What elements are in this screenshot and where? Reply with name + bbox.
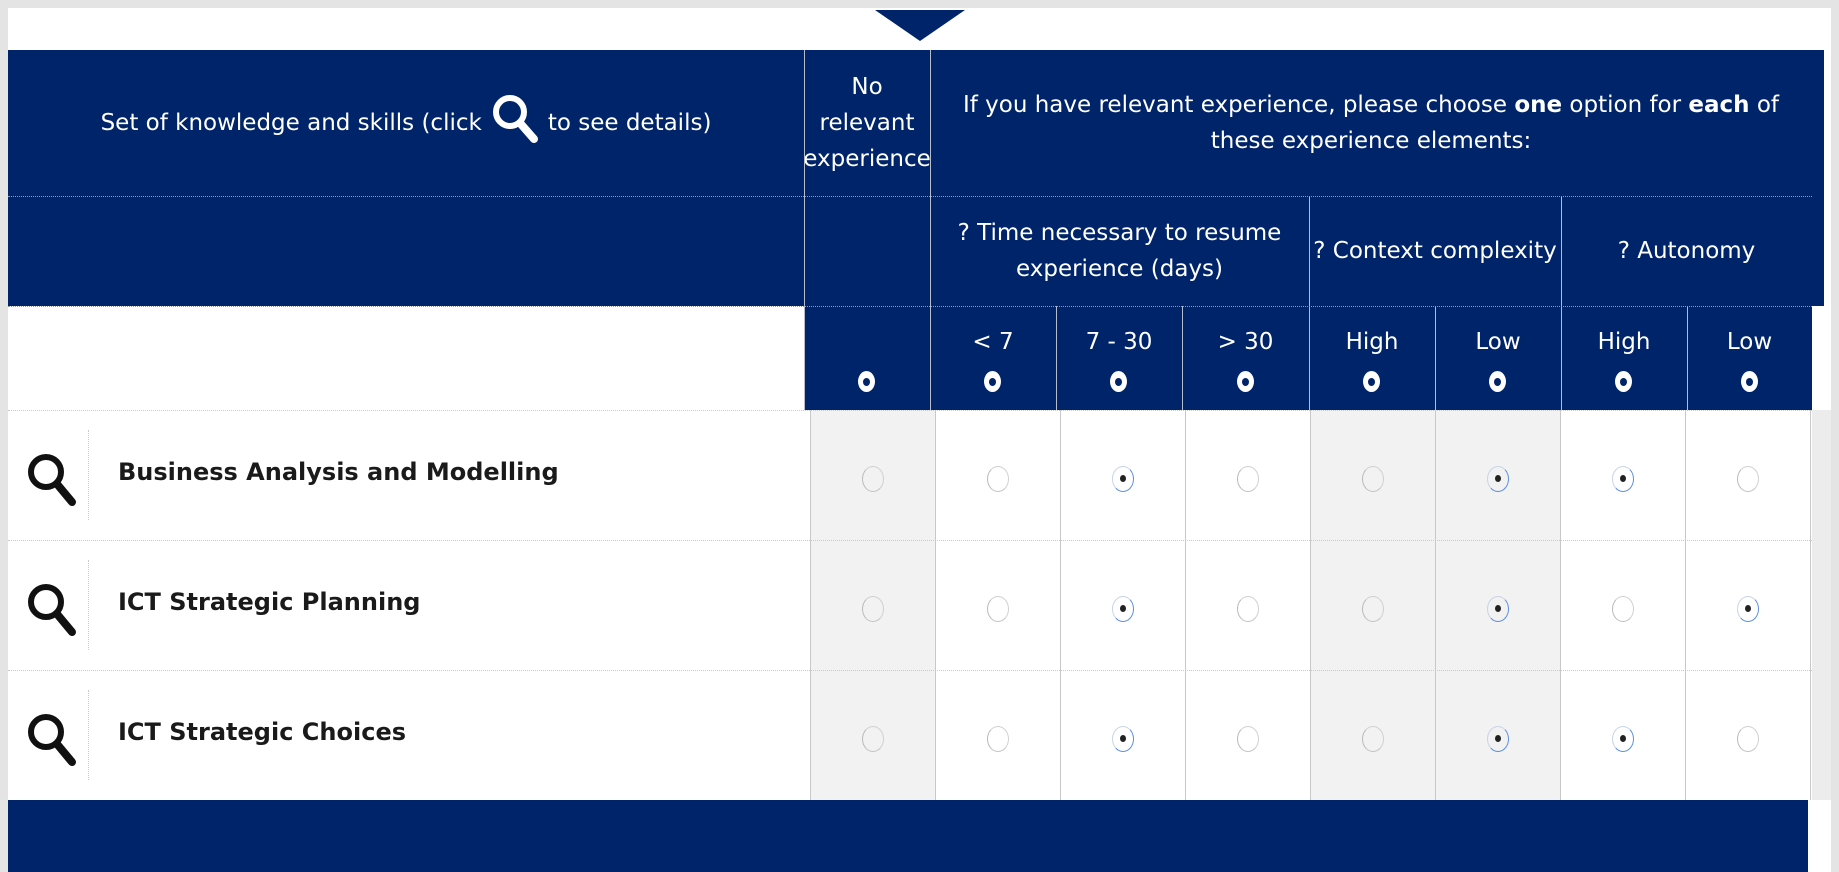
radio-time-7-30[interactable] [1112, 726, 1134, 752]
radio-time-gt30[interactable] [1237, 596, 1259, 622]
magnifier-icon[interactable] [24, 580, 78, 642]
select-all-autonomy-low[interactable] [1741, 371, 1758, 392]
option-label: 7 - 30 [1085, 329, 1153, 355]
radio-no-relevant[interactable] [862, 726, 884, 752]
column-divider [1810, 410, 1811, 800]
header-divider [1182, 306, 1183, 410]
header-separator [8, 306, 1812, 307]
option-label: Low [1726, 329, 1773, 355]
radio-autonomy-high[interactable] [1612, 726, 1634, 752]
column-divider [1310, 410, 1311, 800]
header-divider [1435, 306, 1436, 410]
radio-time-7-30[interactable] [1112, 466, 1134, 492]
row-separator [8, 670, 1812, 671]
radio-time-lt7[interactable] [987, 466, 1009, 492]
set-label-pre: Set of knowledge and skills (click [100, 110, 482, 136]
header-divider [1309, 196, 1310, 410]
no-relevant-header: No relevant experience [803, 74, 931, 172]
collapse-arrow[interactable] [875, 10, 965, 41]
row-separator [8, 410, 1812, 411]
column-divider [1185, 410, 1186, 800]
table-footer [8, 800, 1808, 872]
magnifier-icon[interactable] [24, 450, 78, 512]
option-label: < 7 [972, 329, 1014, 355]
magnifier-icon [490, 91, 540, 156]
select-all-lt7[interactable] [984, 371, 1001, 392]
header-blank-cell [8, 306, 804, 410]
group-time[interactable]: ? Time necessary to resume experience (d… [930, 196, 1309, 306]
header-divider [804, 50, 805, 410]
option-label: High [1345, 329, 1399, 355]
radio-no-relevant[interactable] [862, 596, 884, 622]
column-divider [810, 410, 811, 800]
instruction-header: If you have relevant experience, please … [930, 50, 1812, 196]
column-divider [1685, 410, 1686, 800]
set-column-header: Set of knowledge and skills (click to se… [8, 50, 804, 196]
skill-name: Business Analysis and Modelling [118, 458, 559, 486]
header-divider [1561, 196, 1562, 410]
radio-no-relevant[interactable] [862, 466, 884, 492]
select-all-complexity-low[interactable] [1489, 371, 1506, 392]
radio-autonomy-low[interactable] [1737, 596, 1759, 622]
radio-complexity-high[interactable] [1362, 596, 1384, 622]
select-all-complexity-high[interactable] [1363, 371, 1380, 392]
right-scroll-strip [1812, 410, 1831, 800]
icon-separator [88, 560, 89, 650]
magnifier-icon[interactable] [24, 710, 78, 772]
radio-autonomy-high[interactable] [1612, 466, 1634, 492]
skill-name: ICT Strategic Planning [118, 588, 421, 616]
row-separator [8, 540, 1812, 541]
set-label-post: to see details) [547, 110, 712, 136]
radio-complexity-low[interactable] [1487, 726, 1509, 752]
radio-time-gt30[interactable] [1237, 726, 1259, 752]
option-label: High [1597, 329, 1651, 355]
option-label: Low [1475, 329, 1521, 355]
icon-separator [88, 690, 89, 780]
select-all-7-30[interactable] [1110, 371, 1127, 392]
select-all-gt30[interactable] [1237, 371, 1254, 392]
radio-complexity-low[interactable] [1487, 466, 1509, 492]
radio-time-lt7[interactable] [987, 726, 1009, 752]
radio-time-lt7[interactable] [987, 596, 1009, 622]
skill-name: ICT Strategic Choices [118, 718, 406, 746]
select-all-autonomy-high[interactable] [1615, 371, 1632, 392]
column-divider [935, 410, 936, 800]
header-divider [930, 50, 931, 410]
select-all-no-relevant[interactable] [858, 371, 875, 392]
radio-time-7-30[interactable] [1112, 596, 1134, 622]
header-divider [1687, 306, 1688, 410]
icon-separator [88, 430, 89, 520]
column-divider [1435, 410, 1436, 800]
group-autonomy[interactable]: ? Autonomy [1561, 196, 1812, 306]
column-divider [1060, 410, 1061, 800]
radio-autonomy-high[interactable] [1612, 596, 1634, 622]
radio-complexity-high[interactable] [1362, 466, 1384, 492]
radio-complexity-low[interactable] [1487, 596, 1509, 622]
radio-complexity-high[interactable] [1362, 726, 1384, 752]
header-separator [8, 196, 1812, 197]
radio-autonomy-low[interactable] [1737, 726, 1759, 752]
radio-time-gt30[interactable] [1237, 466, 1259, 492]
header-divider [1056, 306, 1057, 410]
option-label: > 30 [1217, 329, 1274, 355]
radio-autonomy-low[interactable] [1737, 466, 1759, 492]
instruction-text: If you have relevant experience, please … [962, 92, 1780, 154]
group-complexity[interactable]: ? Context complexity [1309, 196, 1561, 306]
column-divider [1560, 410, 1561, 800]
